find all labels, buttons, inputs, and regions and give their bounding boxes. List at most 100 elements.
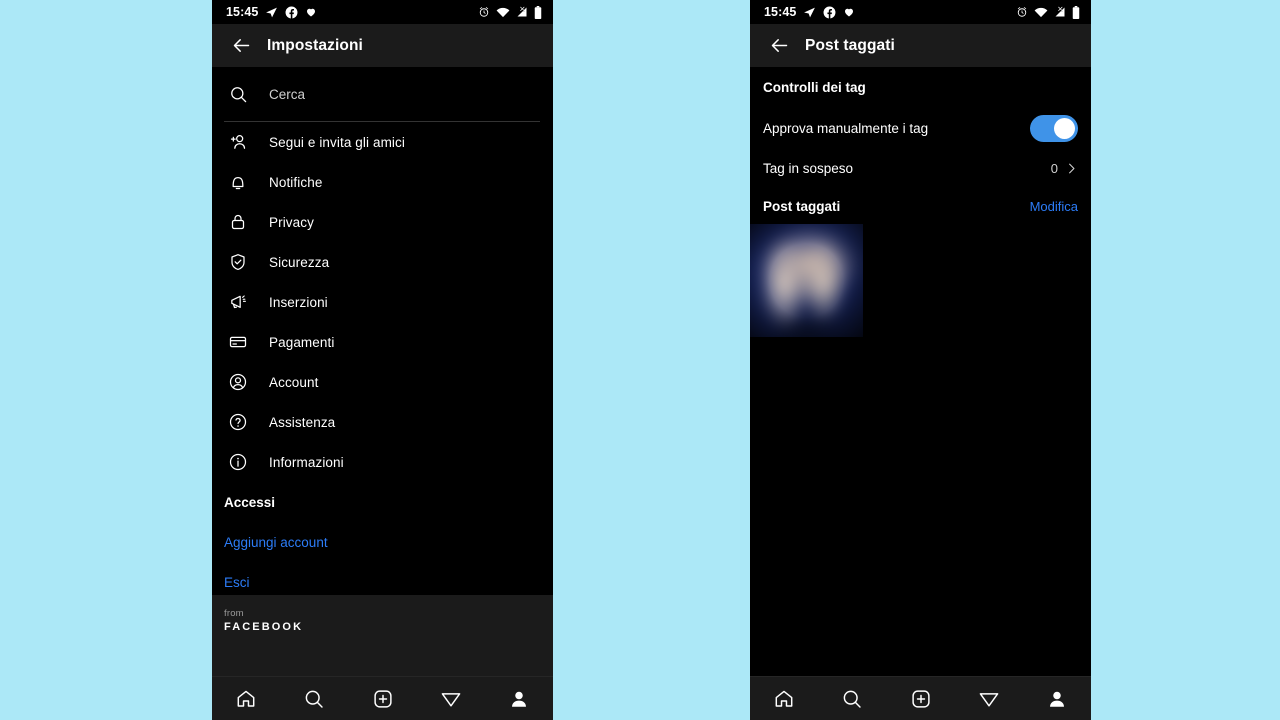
sidebar-item-privacy[interactable]: Privacy (212, 202, 553, 242)
page-title: Impostazioni (267, 36, 363, 54)
pending-tags-count: 0 (1050, 160, 1058, 176)
cellular-signal-off-icon (1054, 6, 1066, 18)
credit-card-icon (224, 332, 252, 352)
tagged-post-thumbnail[interactable] (750, 224, 863, 337)
search-field[interactable]: Cerca (212, 67, 553, 122)
tab-home[interactable] (212, 677, 280, 720)
sidebar-item-label: Privacy (269, 214, 314, 230)
battery-icon (1072, 5, 1080, 19)
telegram-icon (803, 6, 816, 19)
alarm-icon (1016, 6, 1028, 18)
tab-home[interactable] (750, 677, 818, 720)
info-circle-icon (224, 452, 252, 472)
tagged-posts-body: Controlli dei tag Approva manualmente i … (750, 67, 1091, 676)
telegram-icon (265, 6, 278, 19)
lock-icon (224, 212, 252, 232)
section-header-logins: Accessi (224, 494, 276, 510)
sidebar-item-ads[interactable]: Inserzioni (212, 282, 553, 322)
manual-approve-tags-toggle[interactable] (1030, 114, 1078, 142)
thumbnail-vignette (750, 224, 863, 337)
tagged-posts-title: Post taggati (763, 198, 841, 214)
profile-icon (1049, 691, 1064, 707)
sidebar-item-about[interactable]: Informazioni (212, 442, 553, 482)
status-bar-time: 15:45 (226, 5, 259, 19)
status-bar-system-icons (478, 5, 542, 19)
alarm-icon (478, 6, 490, 18)
tagged-posts-section-header: Post taggati Modifica (750, 188, 1091, 224)
profile-icon (511, 691, 526, 707)
pending-tags-label: Tag in sospeso (763, 160, 854, 176)
battery-icon (534, 5, 542, 19)
facebook-icon (823, 6, 836, 19)
paper-plane-icon (441, 692, 461, 707)
bottom-tab-bar-right (750, 676, 1091, 720)
from-facebook-footer: from FACEBOOK (212, 595, 553, 676)
sidebar-item-label: Account (269, 374, 319, 390)
sidebar-item-help[interactable]: Assistenza (212, 402, 553, 442)
sidebar-item-label: Notifiche (269, 174, 323, 190)
heart-icon (305, 6, 317, 18)
wifi-icon (496, 7, 510, 18)
tab-reels[interactable] (955, 677, 1023, 720)
toggle-knob (1054, 117, 1075, 139)
app-bar-right: Post taggati (750, 24, 1091, 67)
tab-profile[interactable] (485, 677, 553, 720)
status-bar-system-icons (1016, 5, 1080, 19)
sidebar-item-follow-invite[interactable]: Segui e invita gli amici (212, 122, 553, 162)
shield-check-icon (224, 252, 252, 272)
app-bar-left: Impostazioni (212, 24, 553, 67)
add-account-label: Aggiungi account (224, 534, 328, 550)
tagged-posts-grid (750, 224, 1091, 337)
status-bar-time: 15:45 (764, 5, 797, 19)
manual-approve-tags-row[interactable]: Approva manualmente i tag (750, 108, 1091, 148)
sidebar-item-label: Pagamenti (269, 334, 335, 350)
back-button[interactable] (762, 29, 796, 63)
paper-plane-icon (979, 692, 999, 707)
heart-icon (843, 6, 855, 18)
search-icon (843, 690, 862, 708)
sidebar-item-account[interactable]: Account (212, 362, 553, 402)
chevron-right-icon (1069, 163, 1075, 173)
tab-profile[interactable] (1023, 677, 1091, 720)
tab-create[interactable] (886, 677, 954, 720)
tab-create[interactable] (348, 677, 416, 720)
bell-icon (224, 172, 252, 192)
sidebar-item-notifications[interactable]: Notifiche (212, 162, 553, 202)
sidebar-item-payments[interactable]: Pagamenti (212, 322, 553, 362)
section-header-tag-controls: Controlli dei tag (763, 80, 866, 95)
arrow-left-icon (771, 39, 787, 52)
add-account-link[interactable]: Aggiungi account (212, 522, 553, 562)
settings-list: Cerca Segui e invita gli amici Notifiche… (212, 67, 553, 676)
tab-reels[interactable] (417, 677, 485, 720)
account-circle-icon (224, 372, 252, 392)
back-button[interactable] (224, 29, 258, 63)
footer-from-label: from (224, 608, 244, 619)
tab-search[interactable] (818, 677, 886, 720)
status-bar-right: 15:45 (750, 0, 1091, 24)
manual-approve-tags-label: Approva manualmente i tag (763, 120, 929, 136)
status-bar-left: 15:45 (212, 0, 553, 24)
tab-search[interactable] (280, 677, 348, 720)
status-bar-notification-icons (803, 6, 855, 19)
phone-screen-tagged-posts: 15:45 Post taggati Controlli dei tag App… (750, 0, 1091, 720)
pending-tags-row[interactable]: Tag in sospeso 0 (750, 148, 1091, 188)
search-icon (305, 690, 324, 708)
bottom-tab-bar-left (212, 676, 553, 720)
status-bar-notification-icons (265, 6, 317, 19)
cellular-signal-off-icon (516, 6, 528, 18)
sidebar-item-label: Sicurezza (269, 254, 330, 270)
edit-button[interactable]: Modifica (1030, 199, 1078, 214)
sidebar-item-label: Informazioni (269, 454, 344, 470)
wifi-icon (1034, 7, 1048, 18)
sidebar-item-security[interactable]: Sicurezza (212, 242, 553, 282)
search-input-placeholder: Cerca (269, 87, 306, 102)
home-icon (775, 690, 793, 707)
add-square-icon (911, 689, 930, 708)
facebook-icon (285, 6, 298, 19)
help-circle-icon (224, 412, 252, 432)
sidebar-item-label: Segui e invita gli amici (269, 134, 405, 150)
phone-screen-settings: 15:45 Impostazioni Cerca Segui e invita … (212, 0, 553, 720)
search-icon (224, 85, 252, 104)
add-person-icon (224, 132, 252, 152)
add-square-icon (373, 689, 392, 708)
